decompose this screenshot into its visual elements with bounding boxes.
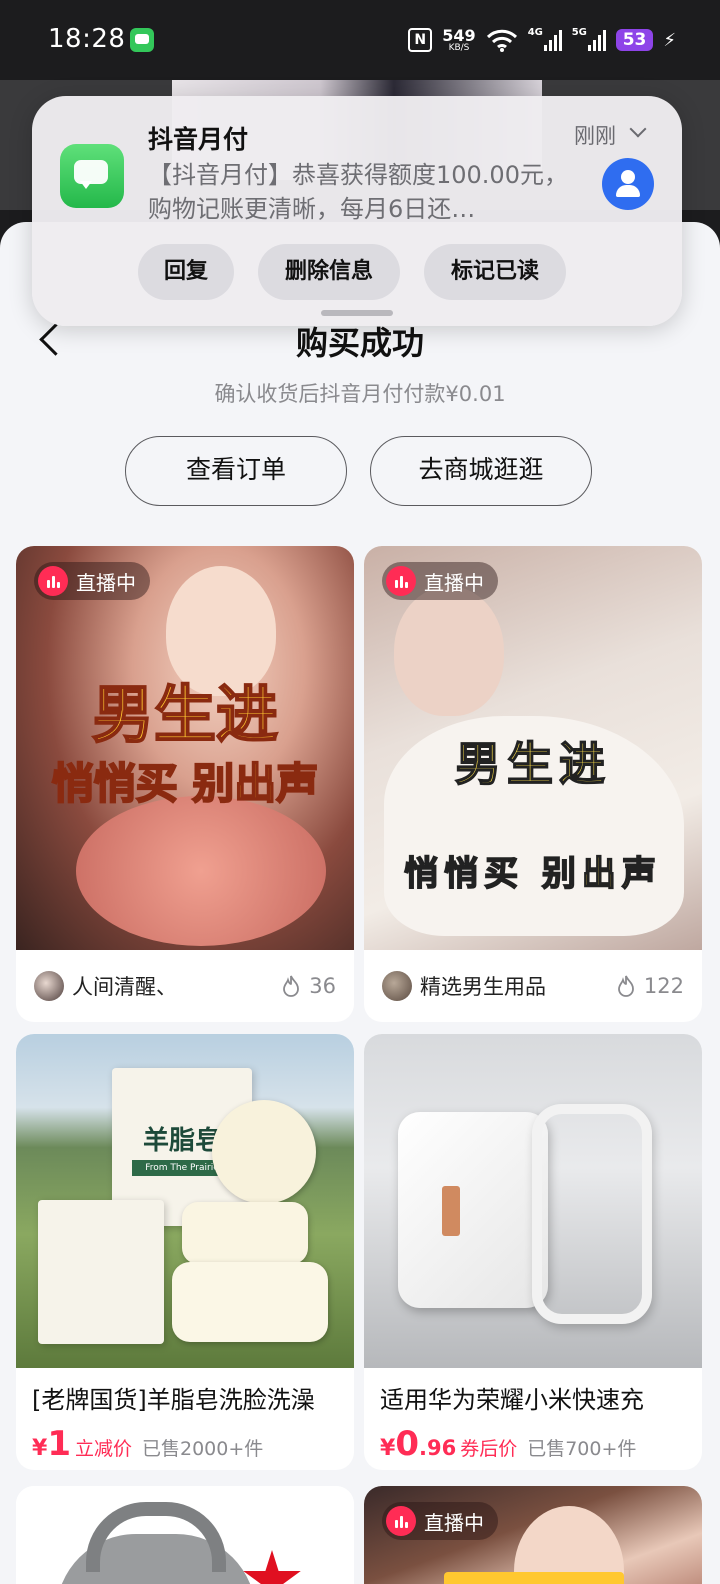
- notification-body: 【抖音月付】恭喜获得额度100.00元，购物记账更清晰，每月6日还…: [148, 161, 568, 223]
- product-card-backpack[interactable]: [16, 1486, 354, 1584]
- live-icon: [386, 566, 416, 596]
- messages-app-icon: [60, 144, 124, 208]
- backpack-strap: [86, 1502, 226, 1572]
- purchase-success-sheet: 购买成功 确认收货后抖音月付付款¥0.01 查看订单 去商城逛逛 直播中 男生进…: [0, 222, 720, 1584]
- live-icon: [38, 566, 68, 596]
- usb-port: [442, 1186, 460, 1236]
- sms-notification[interactable]: 抖音月付 刚刚 【抖音月付】恭喜获得额度100.00元，购物记账更清晰，每月6日…: [32, 96, 682, 326]
- status-time: 18:28: [48, 24, 126, 54]
- page-subtitle: 确认收货后抖音月付付款¥0.01: [214, 382, 506, 406]
- author-name[interactable]: 精选男生用品: [420, 971, 616, 1001]
- heat-count: 122: [643, 974, 684, 998]
- soap-bar-1: [182, 1202, 308, 1264]
- reply-button[interactable]: 回复: [138, 244, 234, 300]
- product-title: [老牌国货]羊脂皂洗脸洗澡: [32, 1386, 315, 1414]
- product-title: 适用华为荣耀小米快速充: [380, 1386, 644, 1414]
- product-card-soap[interactable]: 羊脂皂 From The Prairie [老牌国货]羊脂皂洗脸洗澡 ¥ 1 立…: [16, 1034, 354, 1470]
- product-image: 羊脂皂 From The Prairie: [16, 1034, 354, 1368]
- card-footer: 精选男生用品 122: [364, 950, 702, 1022]
- live-badge-label: 直播中: [76, 570, 136, 595]
- author-avatar[interactable]: [34, 971, 64, 1001]
- product-price: ¥ 1 立减价 已售2000+件: [32, 1424, 263, 1464]
- charging-cable: [532, 1104, 652, 1324]
- network-speed-value: 549: [442, 25, 476, 45]
- price-currency: ¥: [380, 1436, 396, 1461]
- network-speed-unit: KB/S: [448, 42, 470, 53]
- feed-card-live-1[interactable]: 直播中 男生进 悄悄买 别出声 人间清醒、 36: [16, 546, 354, 1022]
- soap-bar-2: [172, 1262, 328, 1342]
- cover-caption-block: [444, 1572, 624, 1584]
- product-card-charger[interactable]: 适用华为荣耀小米快速充 ¥ 0 .96 券后价 已售700+件: [364, 1034, 702, 1470]
- drag-handle[interactable]: [321, 310, 393, 316]
- live-badge-label: 直播中: [424, 1510, 484, 1535]
- signal-4g-label: 4G: [527, 27, 543, 38]
- price-integer: 1: [47, 1424, 71, 1464]
- notification-sender: 抖音月付: [148, 125, 249, 154]
- soap-box-bottom: [38, 1200, 164, 1344]
- card-footer: 人间清醒、 36: [16, 950, 354, 1022]
- go-mall-button[interactable]: 去商城逛逛: [370, 436, 592, 506]
- flame-icon: [618, 975, 634, 997]
- cover-caption-main: 男生进: [91, 677, 279, 752]
- flame-icon: [283, 975, 300, 997]
- promo-burst-icon: [243, 1550, 301, 1584]
- price-currency: ¥: [32, 1436, 48, 1461]
- chevron-down-icon[interactable]: [629, 120, 647, 138]
- live-badge: 直播中: [34, 562, 150, 600]
- delete-message-button[interactable]: 删除信息: [258, 244, 400, 300]
- signal-4g-icon: 4G: [527, 27, 562, 51]
- live-icon: [386, 1506, 416, 1536]
- live-badge: 直播中: [382, 562, 498, 600]
- product-image: [16, 1486, 354, 1584]
- charger-brick: [398, 1112, 548, 1308]
- contact-icon[interactable]: [602, 158, 654, 210]
- cover-caption-main: 男生进: [454, 736, 611, 792]
- price-decimal: .96: [418, 1436, 457, 1460]
- signal-5g-label: 5G: [571, 27, 587, 38]
- signal-5g-icon: 5G: [571, 27, 606, 51]
- price-tag: 立减价: [74, 1438, 132, 1460]
- messages-app-icon: [130, 28, 154, 52]
- cover-caption-sub: 悄悄买 别出声: [403, 853, 662, 895]
- live-badge-label: 直播中: [424, 570, 484, 595]
- cover-caption-sub: 悄悄买 别出声: [51, 758, 320, 809]
- sold-count: 已售2000+件: [142, 1438, 264, 1460]
- wifi-icon: [486, 29, 517, 52]
- nfc-icon: N: [408, 28, 433, 52]
- charging-icon: ⚡: [663, 29, 676, 51]
- notification-time: 刚刚: [574, 124, 616, 148]
- battery-level: 53: [615, 29, 654, 51]
- feed-card-live-3[interactable]: 直播中: [364, 1486, 702, 1584]
- price-integer: 0: [395, 1424, 419, 1464]
- view-order-button[interactable]: 查看订单: [125, 436, 347, 506]
- network-speed: 549 KB/S: [442, 25, 476, 53]
- status-bar: 18:28 N 549 KB/S 4G 5G 53 ⚡: [0, 0, 720, 80]
- author-name[interactable]: 人间清醒、: [72, 971, 281, 1001]
- author-avatar[interactable]: [382, 971, 412, 1001]
- heat-count: 36: [309, 974, 336, 998]
- feed-card-live-2[interactable]: 直播中 男生进 悄悄买 别出声 精选男生用品 122: [364, 546, 702, 1022]
- sold-count: 已售700+件: [527, 1438, 637, 1460]
- price-tag: 券后价: [460, 1438, 518, 1460]
- live-badge: 直播中: [382, 1502, 498, 1540]
- cover-dress: [76, 796, 326, 946]
- cover-figure: [394, 586, 504, 716]
- mark-read-button[interactable]: 标记已读: [424, 244, 566, 300]
- product-image: [364, 1034, 702, 1368]
- product-price: ¥ 0 .96 券后价 已售700+件: [380, 1424, 636, 1464]
- status-icons: N 549 KB/S 4G 5G 53 ⚡: [408, 22, 676, 58]
- soap-bar-round: [212, 1100, 316, 1204]
